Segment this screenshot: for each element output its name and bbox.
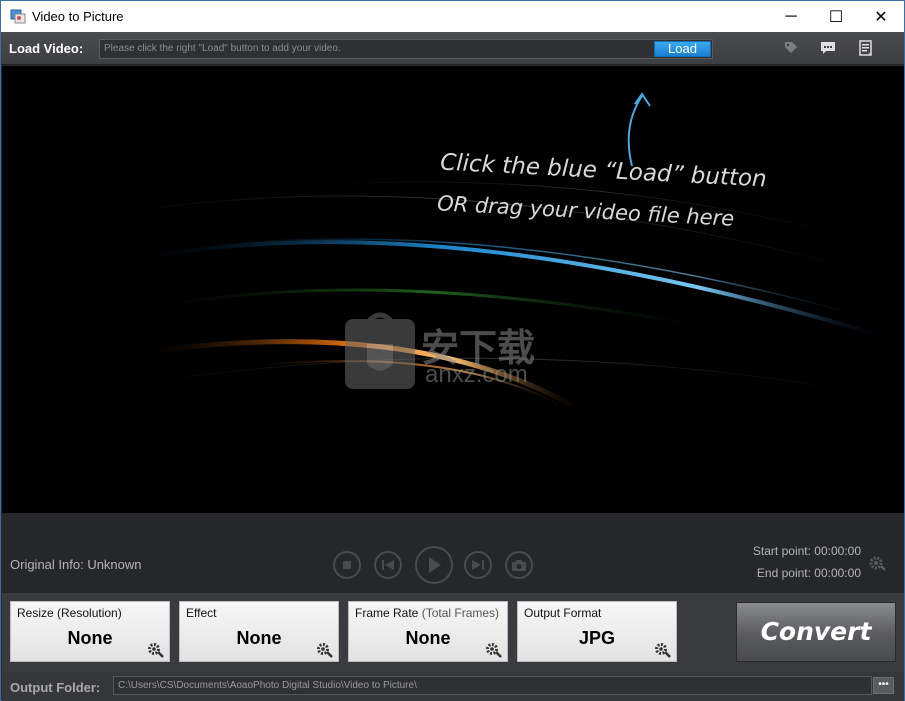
- play-button[interactable]: [415, 546, 453, 584]
- window-title: Video to Picture: [32, 9, 124, 24]
- resize-option[interactable]: Resize (Resolution) None: [10, 601, 170, 662]
- title-bar: Video to Picture ─ ☐ ✕: [1, 1, 904, 32]
- convert-button[interactable]: Convert: [736, 602, 896, 662]
- play-icon: [429, 557, 441, 573]
- video-preview-area[interactable]: Click the blue “Load” button OR drag you…: [2, 66, 904, 513]
- playback-controls: Original Info: Unknown Start point: 00:0…: [2, 513, 904, 593]
- comment-icon[interactable]: [820, 40, 836, 56]
- video-path-input[interactable]: Please click the right "Load" button to …: [99, 39, 713, 59]
- output-format-settings-gear-icon[interactable]: [654, 642, 672, 658]
- maximize-button[interactable]: ☐: [813, 1, 859, 32]
- resize-option-value: None: [67, 628, 113, 648]
- previous-icon: [382, 560, 394, 570]
- previous-frame-button[interactable]: [374, 551, 402, 579]
- resize-option-title: Resize (Resolution): [17, 606, 122, 620]
- original-info: Original Info: Unknown: [10, 557, 142, 572]
- light-streaks-background: [101, 92, 883, 414]
- close-icon: ✕: [874, 8, 888, 26]
- load-video-label: Load Video:: [9, 41, 84, 56]
- minimize-icon: ─: [785, 7, 797, 25]
- frame-rate-option-value: None: [405, 628, 451, 648]
- stop-button[interactable]: [333, 551, 361, 579]
- next-frame-button[interactable]: [464, 551, 492, 579]
- resize-settings-gear-icon[interactable]: [147, 642, 165, 658]
- frame-rate-option[interactable]: Frame Rate (Total Frames) None: [348, 601, 508, 662]
- tag-icon[interactable]: [783, 40, 799, 56]
- maximize-icon: ☐: [828, 8, 844, 26]
- start-point: Start point: 00:00:00: [752, 544, 861, 558]
- app-window: Video to Picture ─ ☐ ✕ Load Video: Pleas…: [0, 0, 905, 701]
- list-icon[interactable]: [858, 40, 874, 56]
- output-format-option-title: Output Format: [524, 606, 602, 620]
- minimize-button[interactable]: ─: [768, 1, 814, 32]
- time-settings-gear-icon[interactable]: [868, 554, 888, 572]
- stop-icon: [343, 561, 351, 569]
- browse-folder-button[interactable]: •••: [873, 677, 894, 694]
- camera-icon: [512, 560, 526, 571]
- output-format-option[interactable]: Output Format JPG: [517, 601, 677, 662]
- load-button[interactable]: Load: [654, 41, 711, 57]
- app-icon: [10, 9, 26, 24]
- frame-rate-settings-gear-icon[interactable]: [485, 642, 503, 658]
- watermark-logo: 安下载 anxz.com: [345, 309, 565, 404]
- next-icon: [472, 560, 484, 570]
- effect-option-value: None: [236, 628, 282, 648]
- snapshot-button[interactable]: [505, 551, 533, 579]
- close-button[interactable]: ✕: [858, 1, 904, 32]
- load-video-bar: Load Video: Please click the right "Load…: [1, 32, 904, 65]
- watermark-subtext: anxz.com: [425, 361, 528, 388]
- output-folder-bar: Output Folder: C:\Users\CS\Documents\Aoa…: [2, 672, 904, 701]
- effect-settings-gear-icon[interactable]: [316, 642, 334, 658]
- output-format-option-value: JPG: [578, 628, 616, 648]
- frame-rate-option-title: Frame Rate (Total Frames): [355, 606, 500, 620]
- output-folder-input[interactable]: C:\Users\CS\Documents\AoaoPhoto Digital …: [113, 676, 872, 695]
- effect-option-title: Effect: [186, 606, 217, 620]
- effect-option[interactable]: Effect None: [179, 601, 339, 662]
- output-folder-label: Output Folder:: [10, 680, 101, 695]
- end-point: End point: 00:00:00: [756, 566, 861, 580]
